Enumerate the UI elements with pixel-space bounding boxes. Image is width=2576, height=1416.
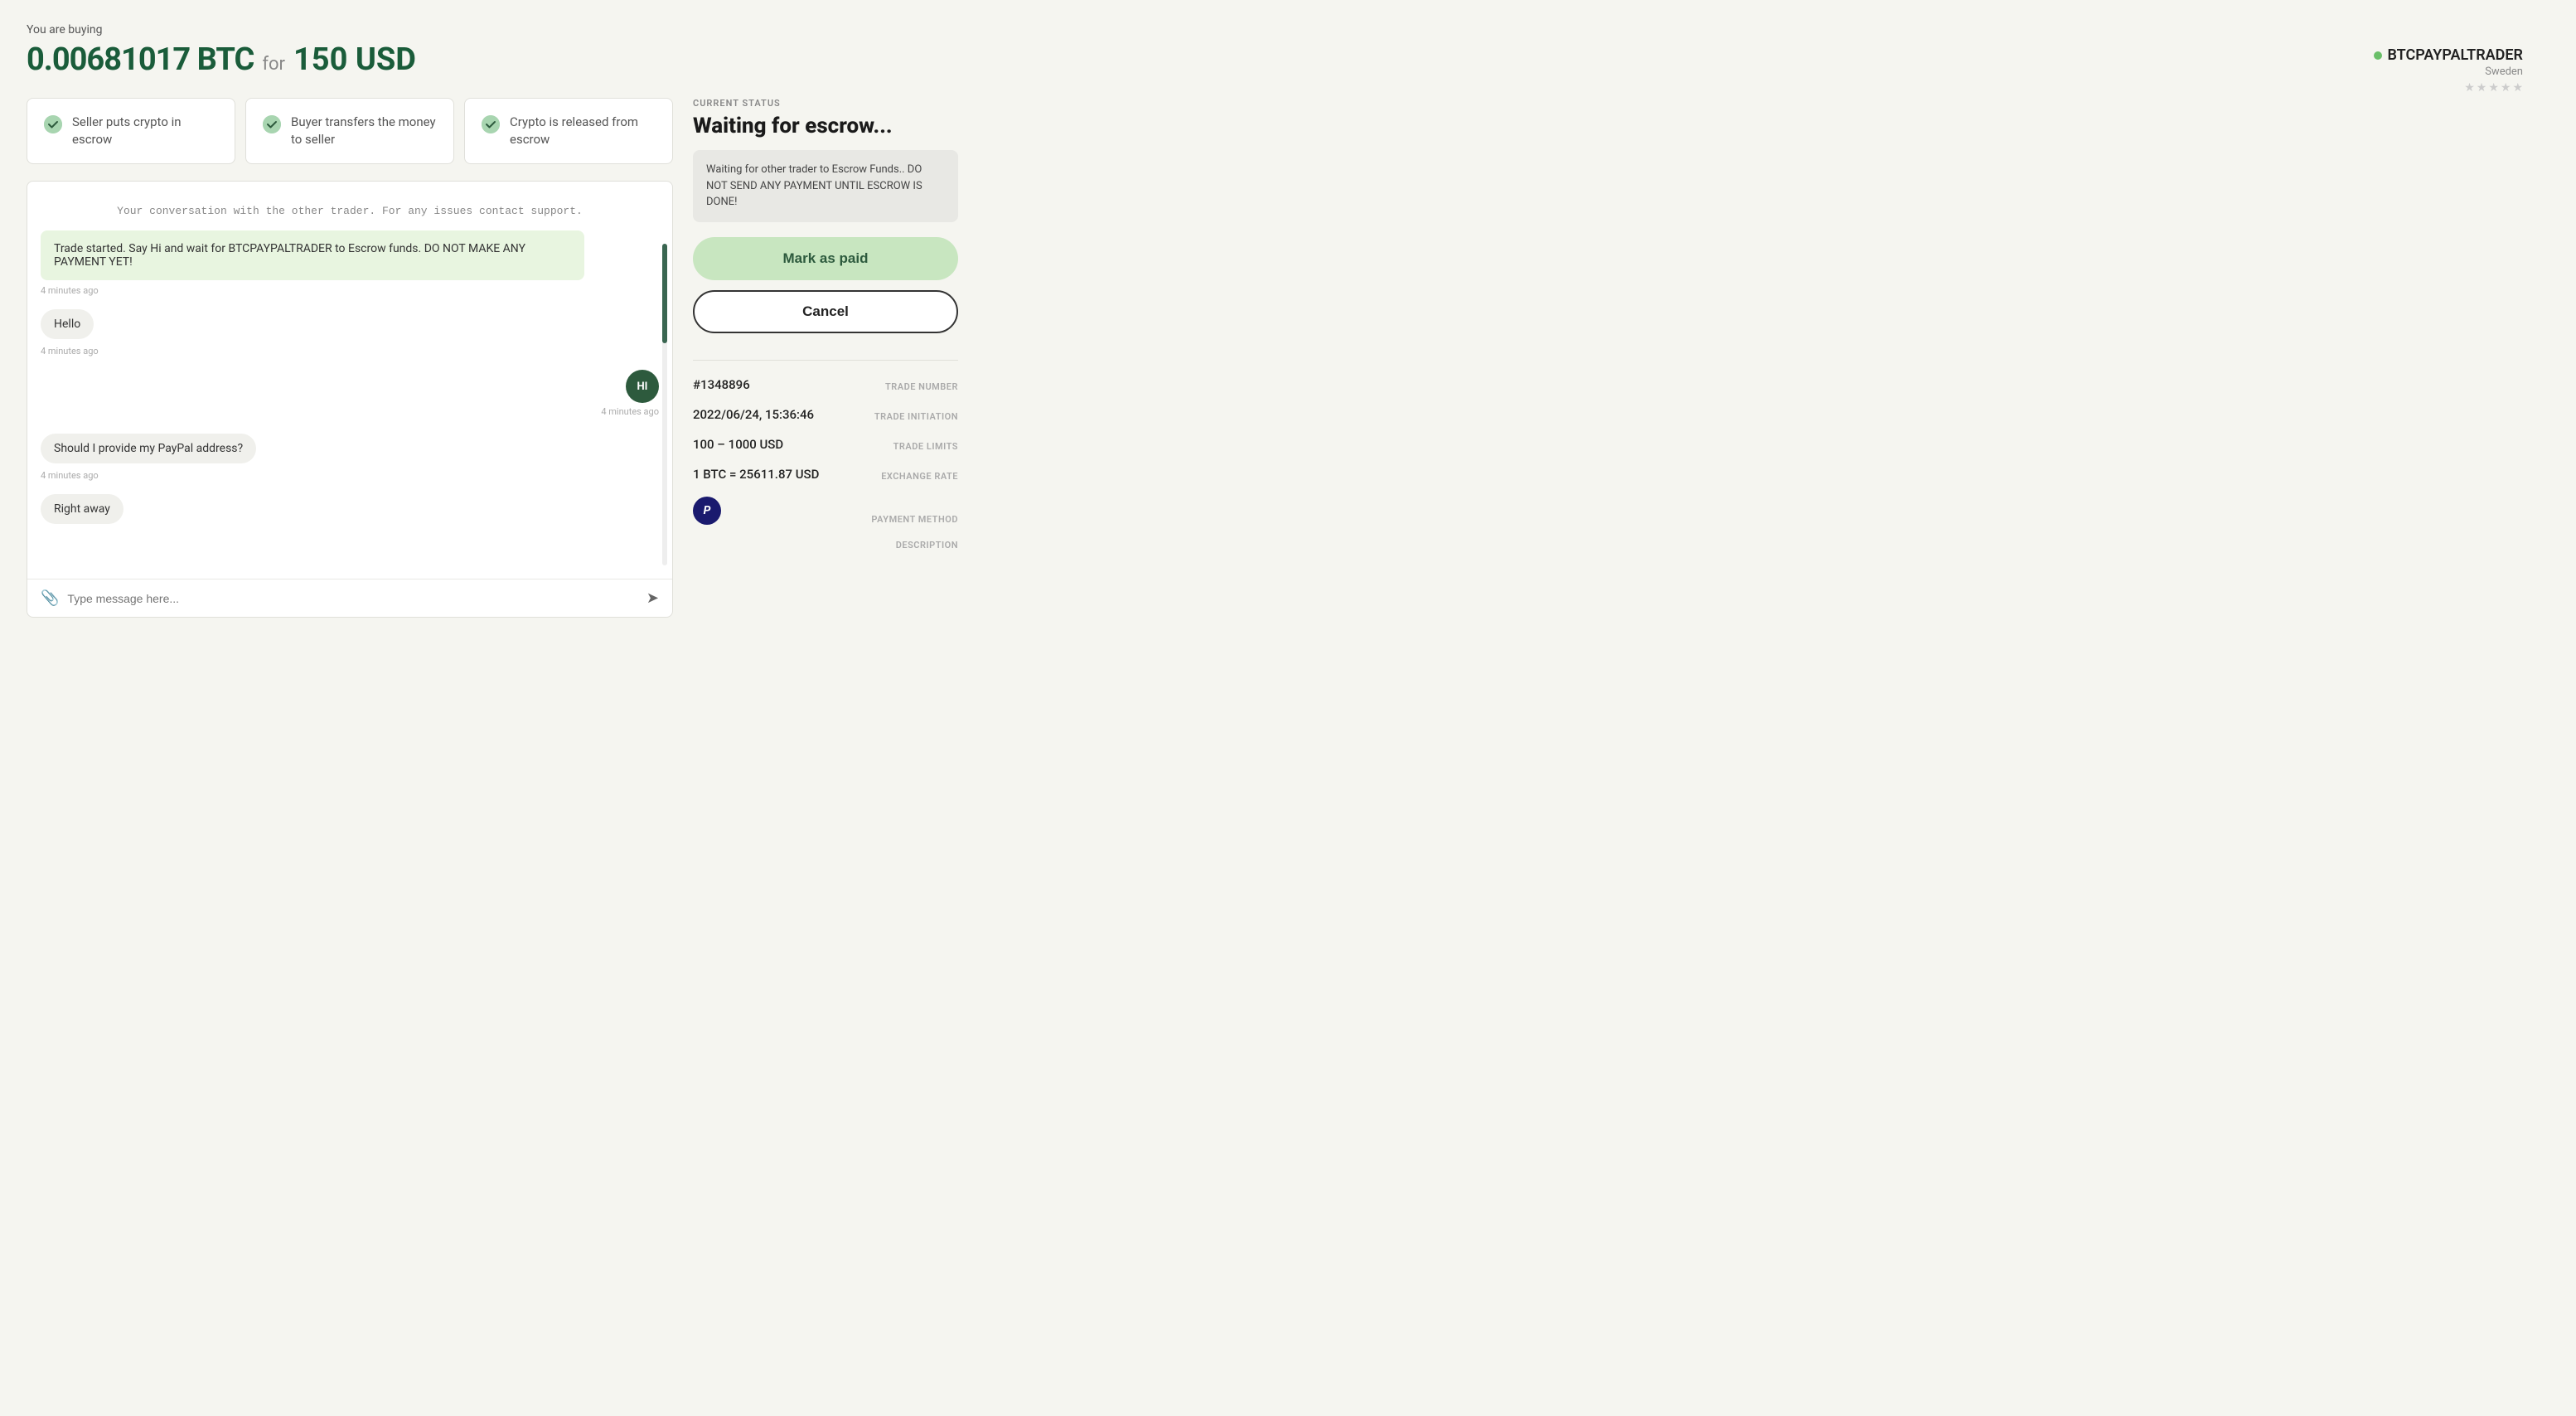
step-card-2: Buyer transfers the money to seller [245, 98, 454, 164]
exchange-rate-label: EXCHANGE RATE [881, 471, 958, 482]
left-panel: Seller puts crypto in escrow Buyer trans… [27, 98, 673, 618]
system-message-time: 4 minutes ago [41, 285, 659, 296]
paypal-icon: P [693, 497, 721, 525]
description-label: DESCRIPTION [693, 540, 958, 550]
trade-initiation-label: TRADE INITIATION [874, 411, 958, 422]
usd-amount: 150 USD [293, 41, 416, 78]
send-icon[interactable]: ➤ [646, 589, 659, 607]
bubble-right-content: HI [626, 370, 659, 403]
star-rating: ★ ★ ★ ★ ★ [2374, 81, 2523, 95]
chat-container: Your conversation with the other trader.… [27, 181, 673, 618]
trade-number-label: TRADE NUMBER [885, 381, 958, 392]
hello-time: 4 minutes ago [41, 346, 659, 356]
step-1-text: Seller puts crypto in escrow [72, 114, 218, 148]
trade-limits-label: TRADE LIMITS [893, 441, 958, 452]
description-row: DESCRIPTION [693, 540, 958, 550]
steps-row: Seller puts crypto in escrow Buyer trans… [27, 98, 673, 164]
btc-amount: 0.00681017 BTC [27, 41, 254, 78]
trade-amount: 0.00681017 BTC for 150 USD [27, 41, 2549, 78]
chat-input[interactable] [67, 592, 637, 605]
step-2-text: Buyer transfers the money to seller [291, 114, 437, 148]
trade-initiation-value: 2022/06/24, 15:36:46 [693, 407, 814, 422]
exchange-rate-value: 1 BTC = 25611.87 USD [693, 467, 819, 482]
attach-icon[interactable]: 📎 [41, 589, 59, 607]
status-heading: Waiting for escrow... [693, 114, 958, 138]
cancel-button[interactable]: Cancel [693, 290, 958, 333]
message-bubble-hello: Hello [41, 309, 94, 339]
chat-scrollbar-thumb [662, 244, 667, 343]
chat-input-row: 📎 ➤ [27, 579, 672, 617]
right-panel: CURRENT STATUS Waiting for escrow... Wai… [693, 98, 958, 618]
chat-messages[interactable]: Trade started. Say Hi and wait for BTCPA… [27, 230, 672, 579]
trade-limits-value: 100 – 1000 USD [693, 437, 783, 452]
step-3-icon [482, 115, 500, 133]
page-header: You are buying 0.00681017 BTC for 150 US… [27, 23, 2549, 78]
hi-time: 4 minutes ago [601, 406, 659, 417]
step-3-text: Crypto is released from escrow [510, 114, 656, 148]
mark-as-paid-button[interactable]: Mark as paid [693, 237, 958, 280]
step-1-icon [44, 115, 62, 133]
status-notice: Waiting for other trader to Escrow Funds… [693, 150, 958, 222]
trade-initiation-row: 2022/06/24, 15:36:46 TRADE INITIATION [693, 407, 958, 422]
trade-number-value: #1348896 [693, 377, 750, 392]
trade-number-row: #1348896 TRADE NUMBER [693, 377, 958, 392]
payment-method-row: P PAYMENT METHOD [693, 497, 958, 525]
trade-limits-row: 100 – 1000 USD TRADE LIMITS [693, 437, 958, 452]
step-2-icon [263, 115, 281, 133]
trader-name: BTCPAYPALTRADER [2374, 46, 2523, 64]
paypal-time: 4 minutes ago [41, 470, 659, 481]
step-card-3: Crypto is released from escrow [464, 98, 673, 164]
chat-notice: Your conversation with the other trader.… [27, 182, 672, 230]
user-avatar: HI [626, 370, 659, 403]
trader-country: Sweden [2374, 65, 2523, 78]
trader-info: BTCPAYPALTRADER Sweden ★ ★ ★ ★ ★ [2374, 46, 2523, 95]
trade-details: #1348896 TRADE NUMBER 2022/06/24, 15:36:… [693, 360, 958, 550]
message-bubble-hi-wrapper: HI 4 minutes ago [41, 370, 659, 430]
you-are-buying-label: You are buying [27, 23, 2549, 36]
message-bubble-right-away: Right away [41, 494, 123, 524]
for-label: for [262, 54, 285, 75]
current-status-label: CURRENT STATUS [693, 98, 958, 109]
step-card-1: Seller puts crypto in escrow [27, 98, 235, 164]
system-message: Trade started. Say Hi and wait for BTCPA… [41, 230, 584, 280]
exchange-rate-row: 1 BTC = 25611.87 USD EXCHANGE RATE [693, 467, 958, 482]
online-indicator [2374, 51, 2382, 60]
payment-method-label: PAYMENT METHOD [871, 514, 958, 525]
chat-scrollbar[interactable] [662, 244, 667, 565]
message-bubble-paypal: Should I provide my PayPal address? [41, 434, 256, 463]
